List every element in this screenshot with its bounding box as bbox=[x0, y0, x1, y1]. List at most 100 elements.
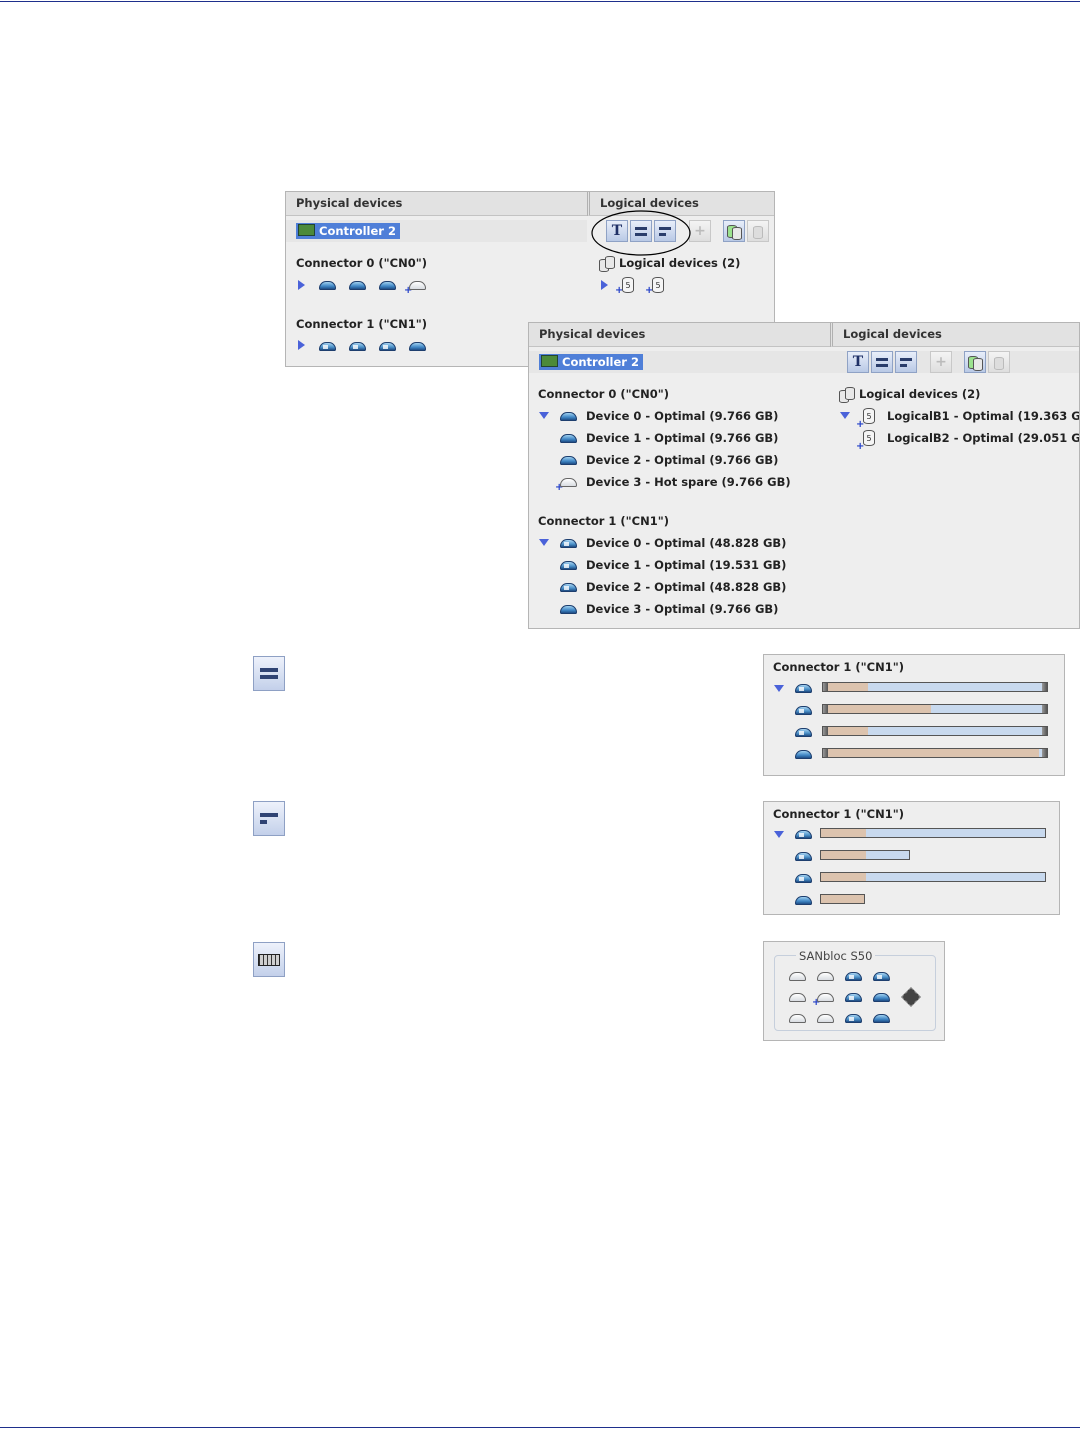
usage-bar bbox=[822, 682, 1048, 692]
physical-devices-header: Physical devices bbox=[286, 192, 587, 216]
collapse-arrow-icon[interactable] bbox=[539, 539, 549, 546]
add-logical-button[interactable]: + bbox=[930, 351, 952, 373]
relative-size-view-button[interactable] bbox=[895, 351, 917, 373]
connector0-label: Connector 0 ("CN0") bbox=[296, 256, 427, 270]
collapse-arrow-icon[interactable] bbox=[840, 412, 850, 419]
sas-disk-icon[interactable] bbox=[845, 972, 862, 981]
create-logical-button[interactable] bbox=[723, 220, 745, 242]
logical-count-label: Logical devices (2) bbox=[859, 387, 981, 401]
raid5-logical-icon[interactable]: 5 bbox=[863, 430, 875, 446]
logical-devices-icon bbox=[599, 256, 615, 272]
sas-disk-icon[interactable] bbox=[795, 874, 812, 883]
create-logical-icon bbox=[967, 354, 983, 371]
raid5-logical-icon[interactable]: 5 bbox=[622, 277, 634, 293]
physical-devices-header: Physical devices bbox=[529, 323, 830, 347]
used-space bbox=[821, 873, 866, 881]
controller-icon bbox=[298, 224, 315, 236]
expand-arrow-icon[interactable] bbox=[298, 280, 305, 290]
disk-icon[interactable] bbox=[409, 342, 426, 351]
device-row[interactable]: Device 3 - Optimal (9.766 GB) bbox=[586, 602, 778, 616]
sas-disk-icon[interactable] bbox=[845, 993, 862, 1002]
controller-item[interactable]: Controller 2 bbox=[539, 354, 643, 370]
device-row[interactable]: Device 2 - Optimal (9.766 GB) bbox=[586, 453, 778, 467]
hot-spare-disk-icon[interactable] bbox=[560, 478, 577, 487]
disk-icon[interactable] bbox=[789, 1014, 806, 1023]
sas-disk-icon[interactable] bbox=[560, 561, 577, 570]
relative-usage-bar bbox=[820, 850, 910, 860]
disk-icon[interactable] bbox=[379, 281, 396, 290]
full-size-view-large-icon bbox=[253, 656, 285, 691]
sas-disk-icon[interactable] bbox=[795, 830, 812, 839]
used-space bbox=[821, 851, 866, 859]
disk-icon[interactable] bbox=[873, 993, 890, 1002]
sas-disk-icon[interactable] bbox=[795, 684, 812, 693]
disk-icon[interactable] bbox=[789, 993, 806, 1002]
collapse-arrow-icon[interactable] bbox=[774, 685, 784, 692]
sas-disk-icon[interactable] bbox=[845, 1014, 862, 1023]
delete-logical-icon bbox=[750, 223, 766, 239]
device-row[interactable]: Device 2 - Optimal (48.828 GB) bbox=[586, 580, 786, 594]
disk-icon[interactable] bbox=[560, 605, 577, 614]
sas-disk-icon[interactable] bbox=[873, 972, 890, 981]
delete-logical-button[interactable] bbox=[988, 351, 1010, 373]
disk-icon[interactable] bbox=[795, 896, 812, 905]
controller-row: Controller 2 bbox=[286, 220, 587, 242]
create-logical-button[interactable] bbox=[964, 351, 986, 373]
device-row[interactable]: Device 0 - Optimal (9.766 GB) bbox=[586, 409, 778, 423]
controller-icon bbox=[541, 355, 558, 367]
device-row[interactable]: Device 1 - Optimal (9.766 GB) bbox=[586, 431, 778, 445]
expand-arrow-icon[interactable] bbox=[601, 280, 608, 290]
logical-device-row[interactable]: LogicalB1 - Optimal (19.363 GB) bbox=[887, 409, 1079, 423]
device-row[interactable]: Device 0 - Optimal (48.828 GB) bbox=[586, 536, 786, 550]
used-space bbox=[823, 705, 931, 713]
expand-arrow-icon[interactable] bbox=[298, 340, 305, 350]
sas-disk-icon[interactable] bbox=[795, 728, 812, 737]
disk-icon[interactable] bbox=[789, 972, 806, 981]
bar-cap bbox=[823, 749, 828, 757]
disk-icon[interactable] bbox=[560, 412, 577, 421]
disk-icon[interactable] bbox=[873, 1014, 890, 1023]
collapse-arrow-icon[interactable] bbox=[539, 412, 549, 419]
sas-disk-icon[interactable] bbox=[319, 342, 336, 351]
disk-icon[interactable] bbox=[560, 456, 577, 465]
sas-disk-icon[interactable] bbox=[379, 342, 396, 351]
bar-cap bbox=[1042, 705, 1047, 713]
relative-size-usage-panel: Connector 1 ("CN1") bbox=[763, 801, 1060, 915]
text-view-button[interactable]: T bbox=[847, 351, 869, 373]
relative-size-view-large-icon bbox=[253, 801, 285, 836]
full-size-view-button[interactable] bbox=[871, 351, 893, 373]
hot-spare-disk-icon[interactable] bbox=[817, 993, 834, 1002]
delete-logical-button[interactable] bbox=[747, 220, 769, 242]
disk-icon[interactable] bbox=[817, 972, 834, 981]
view-buttons-callout-ellipse bbox=[591, 210, 691, 256]
device-row[interactable]: Device 1 - Optimal (19.531 GB) bbox=[586, 558, 786, 572]
disk-icon[interactable] bbox=[319, 281, 336, 290]
full-size-view-icon bbox=[876, 357, 888, 367]
connector1-label: Connector 1 ("CN1") bbox=[538, 514, 669, 528]
delete-logical-icon bbox=[991, 354, 1007, 370]
sas-disk-icon[interactable] bbox=[349, 342, 366, 351]
disk-icon[interactable] bbox=[817, 1014, 834, 1023]
sas-disk-icon[interactable] bbox=[560, 539, 577, 548]
sas-disk-icon[interactable] bbox=[795, 852, 812, 861]
collapse-arrow-icon[interactable] bbox=[774, 831, 784, 838]
logical-device-row[interactable]: LogicalB2 - Optimal (29.051 GB) bbox=[887, 431, 1079, 445]
disk-icon[interactable] bbox=[349, 281, 366, 290]
raid5-logical-icon[interactable]: 5 bbox=[652, 277, 664, 293]
device-row[interactable]: Device 3 - Hot spare (9.766 GB) bbox=[586, 475, 791, 489]
logical-devices-icon bbox=[839, 387, 855, 403]
sas-disk-icon[interactable] bbox=[795, 706, 812, 715]
bar-cap bbox=[1042, 749, 1047, 757]
bar-cap bbox=[823, 727, 828, 735]
raid5-logical-icon[interactable]: 5 bbox=[863, 408, 875, 424]
disk-icon[interactable] bbox=[560, 434, 577, 443]
controller-item[interactable]: Controller 2 bbox=[296, 223, 400, 239]
disk-icon[interactable] bbox=[795, 750, 812, 759]
hot-spare-disk-icon[interactable] bbox=[409, 281, 426, 290]
relative-usage-bar bbox=[820, 872, 1046, 882]
used-space bbox=[821, 829, 866, 837]
connector1-label: Connector 1 ("CN1") bbox=[296, 317, 427, 331]
sas-disk-icon[interactable] bbox=[560, 583, 577, 592]
relative-size-view-icon bbox=[900, 357, 912, 367]
usage-bar bbox=[822, 704, 1048, 714]
